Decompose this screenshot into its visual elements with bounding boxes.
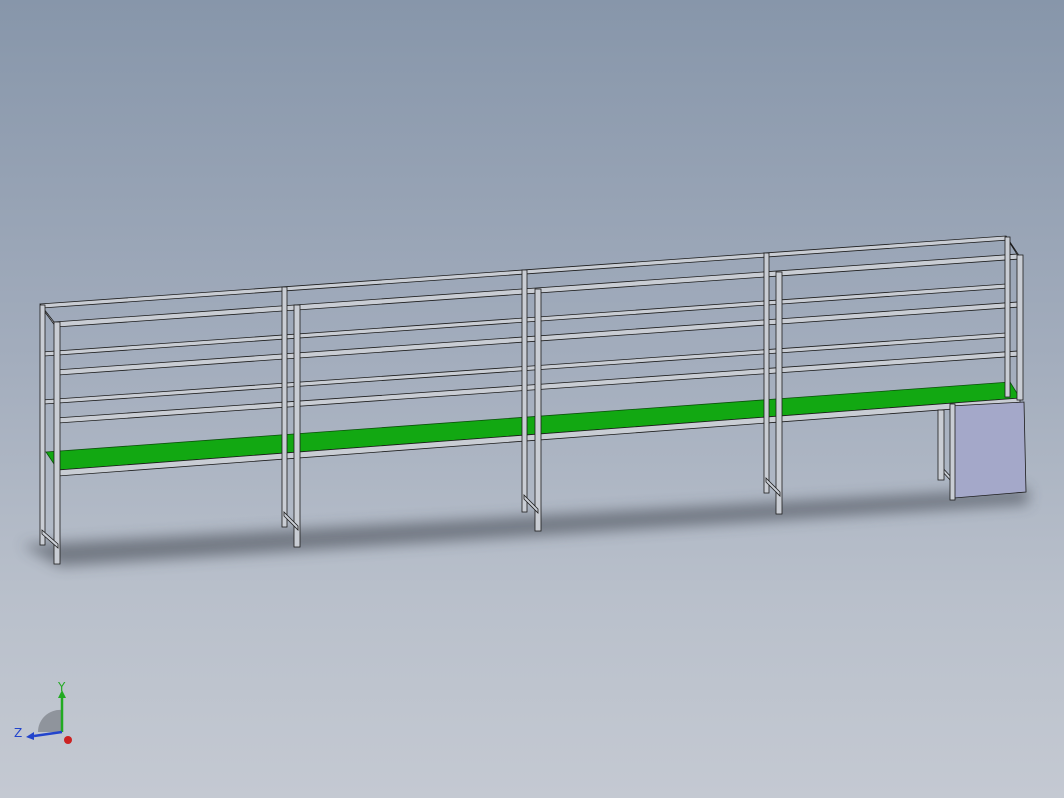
z-axis-arrow-icon (33, 730, 63, 738)
worktop (45, 381, 1021, 477)
triad-plane-icon (37, 709, 62, 732)
x-axis-arrow-icon (64, 736, 72, 744)
workbench-model[interactable] (0, 0, 1064, 798)
y-axis-label: Y (57, 680, 66, 694)
3d-viewport[interactable]: Y Z (0, 0, 1064, 798)
z-axis-label: Z (14, 726, 22, 740)
orientation-triad: Y Z (14, 680, 72, 744)
drawer-cabinet (937, 401, 1027, 501)
